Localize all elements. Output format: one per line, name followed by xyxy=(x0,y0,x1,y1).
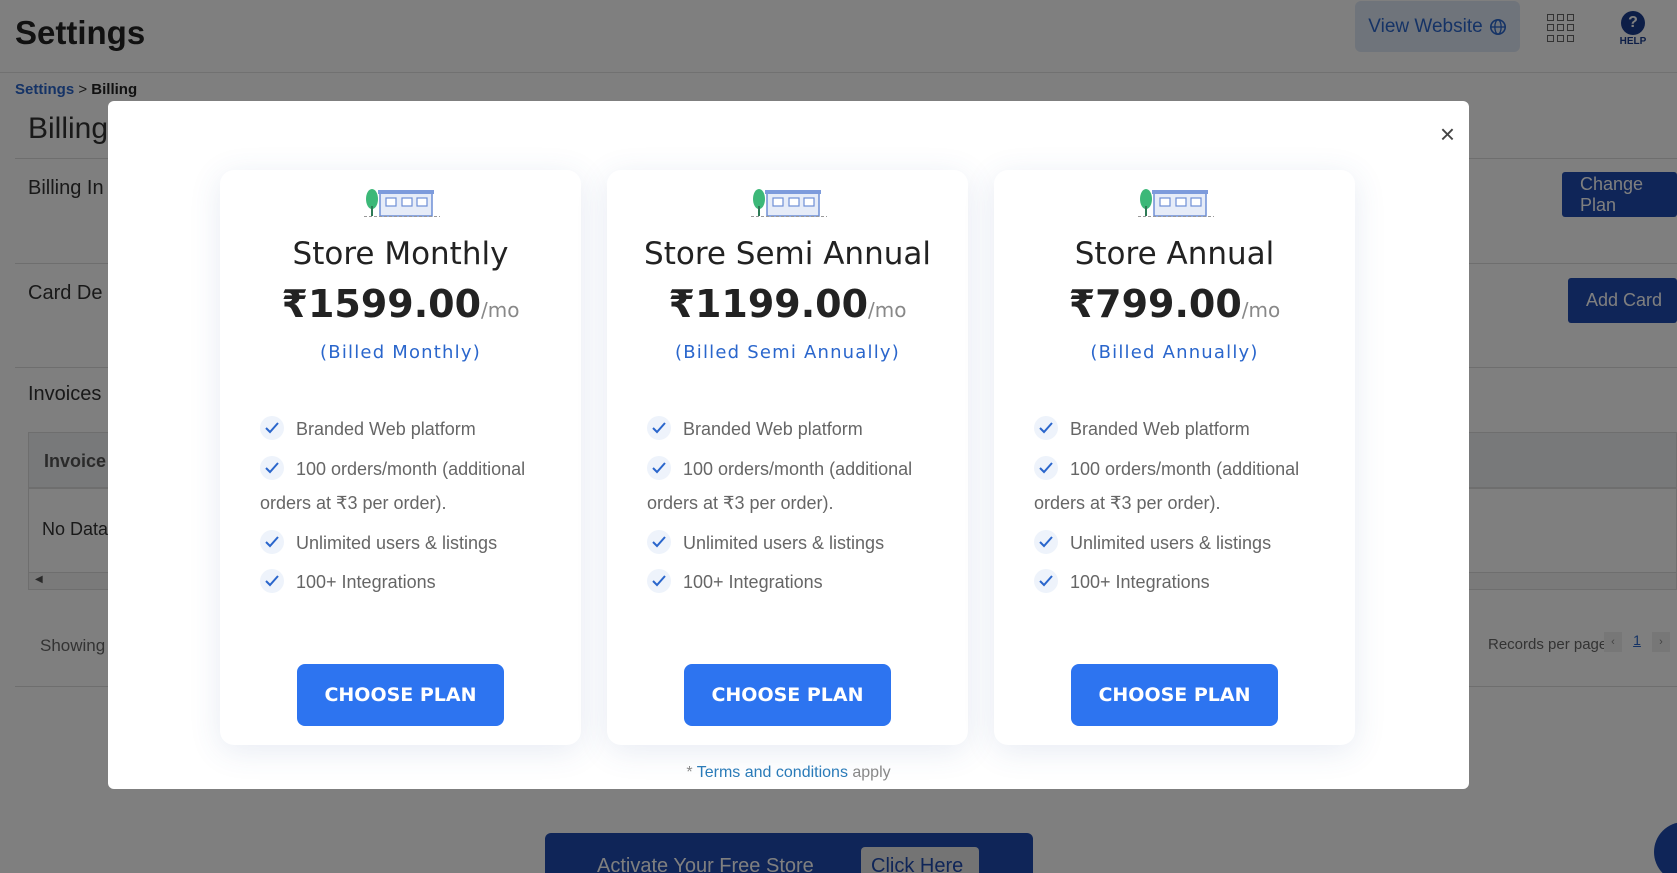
plan-price: ₹1199.00 xyxy=(668,282,869,326)
feature-text: 100 orders/month (additional orders at ₹… xyxy=(1034,458,1300,514)
feature-item: Unlimited users & listings xyxy=(260,526,560,561)
billing-cycle: (Billed Semi Annually) xyxy=(675,342,900,363)
plan-price: ₹1599.00 xyxy=(281,282,482,326)
feature-text: Unlimited users & listings xyxy=(296,532,498,553)
feature-list: Branded Web platform 100 orders/month (a… xyxy=(647,412,947,605)
check-icon xyxy=(1034,455,1058,480)
store-icon xyxy=(364,189,440,217)
feature-item: 100 orders/month (additional orders at ₹… xyxy=(260,452,560,521)
feature-item: Unlimited users & listings xyxy=(1034,526,1334,561)
choose-plan-button[interactable]: CHOOSE PLAN xyxy=(1071,664,1278,726)
price-period: /mo xyxy=(1241,298,1281,322)
feature-text: Branded Web platform xyxy=(296,419,476,439)
close-icon[interactable]: × xyxy=(1440,121,1455,147)
billing-cycle: (Billed Monthly) xyxy=(320,342,481,363)
feature-text: Branded Web platform xyxy=(1070,419,1250,439)
feature-item: 100 orders/month (additional orders at ₹… xyxy=(1034,452,1334,521)
plan-name: Store Semi Annual xyxy=(644,236,931,272)
check-icon xyxy=(1034,569,1058,594)
plan-price: ₹799.00 xyxy=(1068,282,1242,326)
feature-item: Branded Web platform xyxy=(647,412,947,447)
check-icon xyxy=(260,416,284,441)
feature-item: 100 orders/month (additional orders at ₹… xyxy=(647,452,947,521)
plan-card-monthly: Store Monthly ₹1599.00/mo (Billed Monthl… xyxy=(220,170,581,745)
feature-item: 100+ Integrations xyxy=(1034,565,1334,600)
feature-item: 100+ Integrations xyxy=(260,565,560,600)
check-icon xyxy=(647,455,671,480)
feature-text: Unlimited users & listings xyxy=(683,532,885,553)
feature-item: Branded Web platform xyxy=(1034,412,1334,447)
plan-card-annual: Store Annual ₹799.00/mo (Billed Annually… xyxy=(994,170,1355,745)
check-icon xyxy=(1034,416,1058,441)
feature-item: Branded Web platform xyxy=(260,412,560,447)
feature-text: 100 orders/month (additional orders at ₹… xyxy=(260,458,526,514)
plan-name: Store Annual xyxy=(1074,236,1275,272)
feature-text: 100 orders/month (additional orders at ₹… xyxy=(647,458,913,514)
choose-plan-button[interactable]: CHOOSE PLAN xyxy=(297,664,504,726)
feature-list: Branded Web platform 100 orders/month (a… xyxy=(1034,412,1334,605)
feature-text: 100+ Integrations xyxy=(296,572,436,592)
feature-list: Branded Web platform 100 orders/month (a… xyxy=(260,412,560,605)
plan-selection-modal: × Store Monthly ₹1599.00/mo (Billed Mont… xyxy=(108,101,1469,789)
check-icon xyxy=(647,529,671,554)
feature-text: 100+ Integrations xyxy=(1070,572,1210,592)
check-icon xyxy=(260,529,284,554)
feature-text: 100+ Integrations xyxy=(683,572,823,592)
plan-name: Store Monthly xyxy=(292,236,509,272)
check-icon xyxy=(260,569,284,594)
check-icon xyxy=(647,569,671,594)
terms-prefix: * xyxy=(686,764,697,781)
terms-suffix: apply xyxy=(847,764,891,781)
price-period: /mo xyxy=(868,298,907,322)
terms-note: * Terms and conditions apply xyxy=(108,764,1469,782)
check-icon xyxy=(1034,529,1058,554)
feature-text: Unlimited users & listings xyxy=(1070,532,1272,553)
feature-text: Branded Web platform xyxy=(683,419,863,439)
store-icon xyxy=(751,189,827,217)
price-period: /mo xyxy=(481,298,520,322)
price-row: ₹1199.00/mo xyxy=(607,282,968,326)
billing-cycle: (Billed Annually) xyxy=(1090,342,1259,363)
check-icon xyxy=(260,455,284,480)
feature-item: Unlimited users & listings xyxy=(647,526,947,561)
store-icon xyxy=(1138,189,1214,217)
terms-link[interactable]: Terms and conditions xyxy=(697,764,848,781)
feature-item: 100+ Integrations xyxy=(647,565,947,600)
plan-card-semi-annual: Store Semi Annual ₹1199.00/mo (Billed Se… xyxy=(607,170,968,745)
choose-plan-button[interactable]: CHOOSE PLAN xyxy=(684,664,891,726)
price-row: ₹799.00/mo xyxy=(994,282,1355,326)
price-row: ₹1599.00/mo xyxy=(220,282,581,326)
check-icon xyxy=(647,416,671,441)
